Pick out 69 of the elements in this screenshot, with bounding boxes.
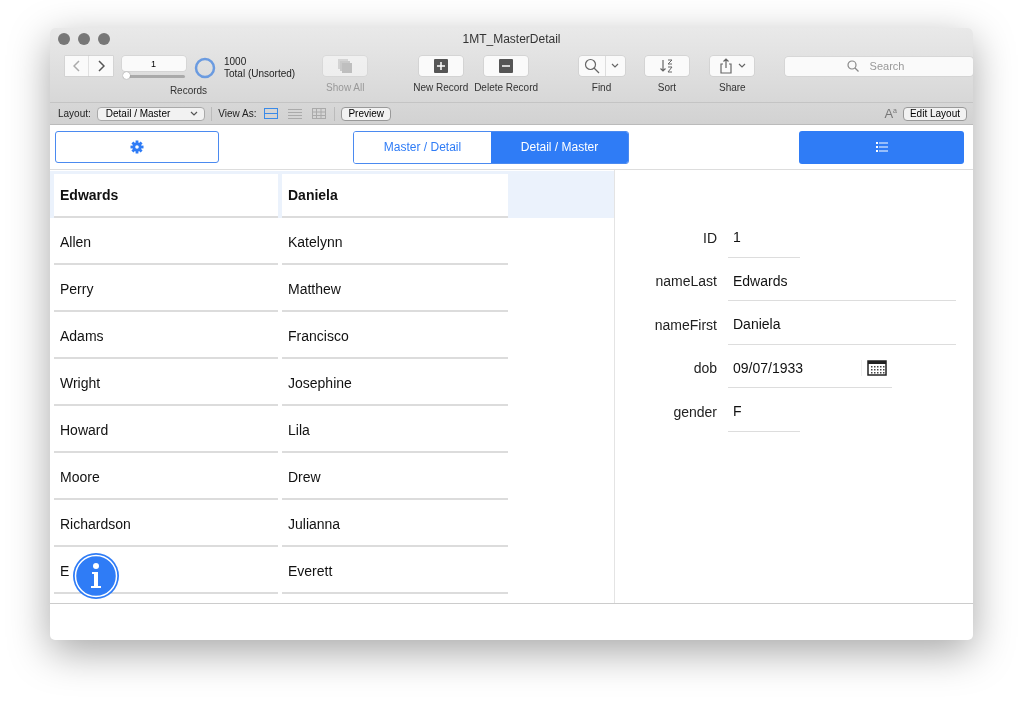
records-label: Records — [169, 85, 208, 96]
first-name-cell: Daniela — [282, 174, 508, 218]
record-number-field[interactable]: 1 — [121, 56, 186, 71]
field-label: nameFirst — [653, 316, 717, 333]
view-as-label: View As: — [218, 108, 257, 119]
window-title: 1MT_MasterDetail — [462, 32, 561, 46]
form-view-button[interactable] — [262, 108, 281, 119]
minimize-button[interactable] — [78, 33, 90, 45]
list-row[interactable]: Edwards Daniela — [50, 171, 614, 218]
caret-icon — [611, 63, 619, 69]
find-button[interactable] — [578, 56, 625, 76]
chevron-left-icon — [73, 60, 81, 72]
show-all-label: Show All — [326, 82, 365, 93]
text-field[interactable]: 1 — [728, 217, 800, 258]
caret-icon — [190, 110, 199, 117]
list-row[interactable]: Wright Josephine — [50, 359, 614, 406]
sort-button[interactable] — [644, 56, 689, 76]
list-row[interactable]: E Everett — [50, 547, 614, 594]
text-field[interactable]: Edwards — [728, 261, 956, 302]
settings-icon — [130, 140, 144, 154]
share-label: Share — [719, 82, 746, 93]
record-slider[interactable] — [122, 75, 185, 78]
share-button[interactable] — [710, 56, 755, 76]
total-status: Total (Unsorted) — [224, 68, 296, 80]
find-label: Find — [591, 82, 612, 93]
layout-label: Layout: — [58, 108, 91, 119]
chevron-right-icon — [97, 60, 105, 72]
preview-button[interactable]: Preview — [341, 106, 392, 121]
delete-label: Delete Record — [474, 82, 539, 93]
layout-dropdown[interactable]: Detail / Master — [96, 106, 206, 121]
list-button[interactable] — [799, 130, 964, 164]
caret-icon — [737, 63, 746, 69]
delete-button[interactable] — [484, 56, 529, 76]
text-field[interactable]: F — [728, 391, 800, 432]
field-label: nameLast — [654, 273, 717, 290]
new-button[interactable] — [418, 56, 463, 76]
field-label: ID — [702, 229, 717, 246]
list-row[interactable]: Allen Katelynn — [50, 218, 614, 265]
list-row[interactable]: Moore Drew — [50, 453, 614, 500]
plus-icon — [433, 59, 448, 73]
layout-tab[interactable]: Detail / Master — [491, 131, 628, 163]
stacked-pages-icon — [337, 58, 354, 74]
found-count: 1000 — [224, 56, 248, 68]
info-button[interactable] — [72, 552, 120, 600]
date-field[interactable]: 09/07/1933 — [728, 348, 892, 389]
field-label: gender — [672, 403, 717, 420]
record-pie-icon — [194, 57, 216, 79]
text-field[interactable]: Daniela — [728, 304, 956, 345]
list-icon — [875, 142, 888, 152]
share-icon — [718, 58, 733, 74]
search-field[interactable]: Search — [785, 56, 973, 76]
next-record-button[interactable] — [89, 56, 113, 76]
minus-icon — [499, 59, 514, 73]
last-name-cell: Edwards — [54, 174, 278, 218]
sort-label: Sort — [657, 82, 677, 93]
new-label: New Record — [413, 82, 469, 93]
edit-layout-button[interactable]: Edit Layout — [902, 106, 967, 121]
list-row[interactable]: Perry Matthew — [50, 265, 614, 312]
field-label: dob — [692, 360, 717, 377]
info-icon — [72, 552, 120, 600]
sort-icon — [658, 58, 675, 74]
settings-button[interactable] — [55, 131, 219, 163]
search-icon — [847, 60, 860, 72]
list-row[interactable]: Adams Francisco — [50, 312, 614, 359]
search-icon — [584, 58, 600, 74]
zoom-button[interactable] — [98, 33, 110, 45]
list-row[interactable]: Richardson Julianna — [50, 500, 614, 547]
list-row[interactable]: Howard Lila — [50, 406, 614, 453]
close-button[interactable] — [58, 33, 70, 45]
